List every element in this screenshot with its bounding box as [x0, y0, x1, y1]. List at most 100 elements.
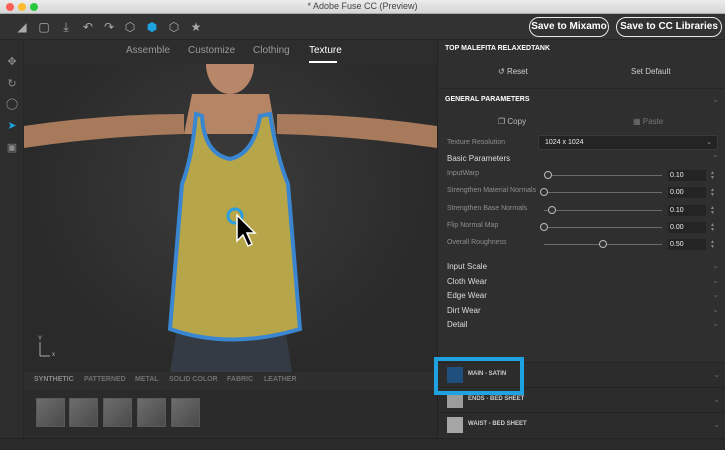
paste-icon: ▦ [633, 117, 643, 126]
tab-leather[interactable]: LEATHER [264, 376, 297, 383]
material-swatch[interactable] [36, 398, 65, 427]
tab-patterned[interactable]: PATTERNED [84, 376, 126, 383]
chevron-down-icon[interactable]: ⌄ [712, 290, 719, 299]
rotate-icon[interactable]: ◯ [4, 96, 20, 112]
parameter-label: Strengthen Material Normals [447, 187, 537, 195]
parameter-value-input[interactable]: 0.10 [668, 170, 706, 181]
axis-x-label: x [52, 352, 55, 358]
export-icon[interactable]: ⤓ [58, 19, 74, 35]
panel-title: TOP MALEFITA RELAXEDTANK [445, 45, 550, 52]
material-name: WAIST - BED SHEET [468, 421, 527, 427]
texture-resolution-value: 1024 x 1024 [545, 139, 584, 146]
paste-button[interactable]: ▦ Paste [633, 117, 663, 126]
parameter-label: Overall Roughness [447, 239, 507, 247]
parameter-group-label[interactable]: Detail [447, 320, 467, 329]
set-default-button[interactable]: Set Default [631, 67, 671, 76]
material-swatches [24, 390, 437, 438]
chevron-down-icon[interactable]: ⌄ [713, 420, 720, 429]
save-to-cc-libraries-button[interactable]: Save to CC Libraries [616, 17, 722, 37]
chevron-down-icon[interactable]: ⌄ [712, 95, 719, 104]
toolbar: ◢ ▢ ⤓ ↶ ↷ ⬡ ⬢ ⬡ ★ Save to Mixamo Save to… [0, 14, 725, 40]
parameter-group-label[interactable]: Input Scale [447, 262, 487, 271]
title-bar: * Adobe Fuse CC (Preview) [0, 0, 725, 14]
open-icon[interactable]: ▢ [36, 19, 52, 35]
window-title: * Adobe Fuse CC (Preview) [307, 1, 418, 11]
select-pointer-icon[interactable]: ➤ [4, 118, 20, 134]
material-swatch[interactable] [137, 398, 166, 427]
copy-button[interactable]: ❐ Copy [498, 117, 526, 126]
slider-track[interactable] [544, 192, 662, 194]
stepper-icon[interactable]: ▲ ▼ [710, 171, 715, 181]
cube-icon[interactable]: ⬡ [166, 19, 182, 35]
camera-icon[interactable]: ▣ [4, 140, 20, 156]
parameter-value-input[interactable]: 0.50 [668, 239, 706, 251]
chevron-down-icon: ⌄ [706, 139, 712, 146]
tab-fabric[interactable]: FABRIC [227, 376, 253, 383]
slider-handle[interactable] [540, 222, 548, 231]
tank-top[interactable] [167, 111, 303, 342]
general-parameters-header[interactable]: GENERAL PARAMETERS [445, 96, 530, 103]
redo-icon[interactable]: ↷ [101, 19, 117, 35]
tab-assemble[interactable]: Assemble [126, 45, 170, 56]
chevron-down-icon[interactable]: ⌄ [713, 370, 720, 379]
tab-customize[interactable]: Customize [188, 45, 235, 56]
chevron-down-icon[interactable]: ⌄ [713, 395, 720, 404]
texture-resolution-select[interactable]: 1024 x 1024 ⌄ [538, 135, 718, 150]
texture-resolution-label: Texture Resolution [447, 139, 505, 146]
material-swatch[interactable] [69, 398, 98, 427]
selected-material-highlight [434, 357, 524, 395]
tab-solid-color[interactable]: SOLID COLOR [169, 376, 218, 383]
slider-track[interactable] [544, 209, 662, 211]
copy-icon: ❐ [498, 117, 508, 126]
save-to-mixamo-button[interactable]: Save to Mixamo [529, 17, 609, 37]
orbit-icon[interactable]: ↻ [4, 76, 20, 92]
cube-solid-icon[interactable]: ⬢ [144, 19, 160, 35]
material-swatch[interactable] [171, 398, 200, 427]
slider-handle[interactable] [599, 240, 607, 249]
reset-button[interactable]: ↺ Reset [498, 67, 528, 76]
chevron-down-icon[interactable]: ⌄ [712, 261, 719, 270]
parameter-group-label[interactable]: Dirt Wear [447, 306, 481, 315]
reset-label: Reset [506, 67, 528, 76]
material-swatch[interactable] [103, 398, 132, 427]
paste-label: Paste [642, 117, 664, 126]
parameter-label: Strengthen Base Normals [447, 204, 528, 212]
slider-track[interactable] [544, 226, 662, 228]
basic-parameters-label[interactable]: Basic Parameters [447, 154, 510, 163]
chevron-up-icon[interactable]: ⌃ [712, 154, 719, 163]
undo-icon[interactable]: ↶ [80, 19, 96, 35]
3d-viewport[interactable]: Y x [24, 64, 437, 372]
head [206, 64, 254, 94]
cube-outline-icon[interactable]: ⬡ [122, 19, 138, 35]
stepper-icon[interactable]: ▲ ▼ [710, 222, 715, 233]
chevron-down-icon[interactable]: ⌄ [712, 276, 719, 285]
tab-synthetic[interactable]: SYNTHETIC [34, 376, 74, 383]
logo-icon[interactable]: ◢ [14, 19, 30, 35]
parameter-value-input[interactable]: 0.00 [668, 221, 706, 233]
slider-track[interactable] [544, 175, 662, 176]
chevron-down-icon[interactable]: ⌄ [712, 319, 719, 328]
tab-texture[interactable]: Texture [309, 45, 342, 56]
stepper-icon[interactable]: ▲ ▼ [710, 188, 715, 198]
character-model [24, 64, 437, 372]
parameter-group-label[interactable]: Edge Wear [447, 291, 487, 300]
slider-handle[interactable] [540, 188, 548, 197]
divider [438, 88, 725, 89]
slider-handle[interactable] [548, 205, 557, 214]
star-icon[interactable]: ★ [188, 19, 204, 35]
tab-metal[interactable]: METAL [135, 376, 159, 383]
parameter-value-input[interactable]: 0.00 [668, 187, 706, 199]
parameter-value-input[interactable]: 0.10 [668, 204, 706, 216]
mode-tabs: Assemble Customize Clothing Texture [24, 40, 437, 64]
tab-clothing[interactable]: Clothing [253, 45, 290, 56]
move-icon[interactable]: ✥ [4, 54, 20, 70]
left-tool-bar: ✥ ↻ ◯ ➤ ▣ [0, 40, 24, 438]
material-row[interactable]: WAIST - BED SHEET ⌄ [438, 412, 725, 437]
chevron-down-icon[interactable]: ⌄ [712, 305, 719, 314]
active-tab-indicator [309, 61, 337, 63]
slider-handle[interactable] [543, 171, 552, 179]
stepper-icon[interactable]: ▲ ▼ [710, 240, 715, 250]
parameter-group-label[interactable]: Cloth Wear [447, 277, 487, 286]
material-category-tabs: SYNTHETIC PATTERNED METAL SOLID COLOR FA… [24, 372, 437, 390]
stepper-icon[interactable]: ▲ ▼ [710, 205, 715, 216]
